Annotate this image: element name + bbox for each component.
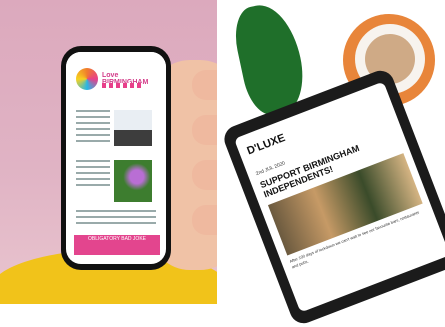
text-line: [76, 216, 156, 218]
tablet: D'LUXE 2nd JUL 2020 SUPPORT BIRMINGHAM I…: [220, 66, 445, 327]
finger: [192, 205, 217, 235]
text-line: [76, 178, 110, 180]
finger: [192, 160, 217, 190]
text-line: [76, 166, 110, 168]
text-line: [76, 116, 110, 118]
newsletter-photo: Love BIRMINGHAM OBLIGATORY BAD JOKE: [0, 0, 217, 304]
text-line: [76, 222, 156, 224]
magazine-logo: D'LUXE: [245, 131, 287, 158]
paint-dots-decoration: [102, 83, 142, 88]
text-line: [76, 160, 110, 162]
text-line: [76, 184, 110, 186]
text-line: [76, 140, 110, 142]
text-line: [76, 134, 110, 136]
newsletter-header: Love BIRMINGHAM: [66, 52, 166, 92]
pub-photo: [114, 110, 152, 146]
joke-banner: OBLIGATORY BAD JOKE: [74, 235, 160, 255]
phone: Love BIRMINGHAM OBLIGATORY BAD JOKE: [61, 46, 171, 270]
text-line: [76, 122, 110, 124]
text-line: [76, 172, 110, 174]
finger: [192, 70, 217, 100]
text-line: [76, 128, 110, 130]
brand-logo-icon: [76, 68, 98, 90]
flower-photo: [114, 160, 152, 202]
joke-title: OBLIGATORY BAD JOKE: [88, 236, 146, 242]
phone-screen: Love BIRMINGHAM OBLIGATORY BAD JOKE: [66, 52, 166, 264]
tablet-screen: D'LUXE 2nd JUL 2020 SUPPORT BIRMINGHAM I…: [233, 81, 445, 313]
text-line: [76, 110, 110, 112]
text-line: [76, 210, 156, 212]
finger: [192, 115, 217, 145]
